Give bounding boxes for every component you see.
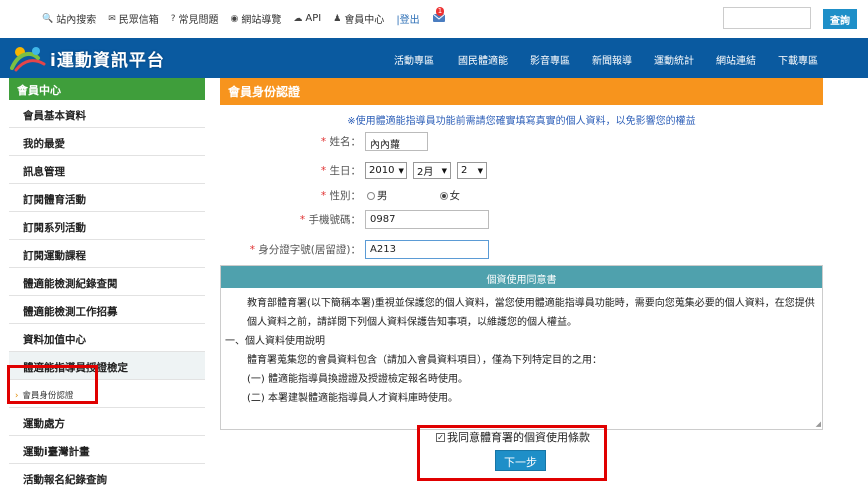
birthday-label: 生日： — [329, 165, 362, 177]
member-sidebar: 會員中心 會員基本資料 我的最愛 訊息管理 訂閱體育活動 訂閱系列活動 訂閱運動… — [9, 78, 205, 485]
privacy-item-2: (二) 本署建製體適能指導員人才資料庫時使用。 — [247, 393, 458, 404]
question-icon: ? — [170, 13, 176, 24]
next-step-button[interactable]: 下一步 — [495, 450, 546, 471]
name-row: * 姓名： 內內蘿 — [220, 132, 428, 151]
privacy-text: 教育部體育署(以下簡稱本署)重視並保護您的個人資料，當您使用體適能指導員功能時，… — [221, 288, 822, 414]
notification-count: 1 — [435, 7, 445, 16]
nav-activities[interactable]: 活動專區 — [394, 52, 434, 67]
privacy-agreement-box[interactable]: 個資使用同意書 教育部體育署(以下簡稱本署)重視並保護您的個人資料，當您使用體適… — [220, 265, 823, 430]
sidebar-item-messages[interactable]: 訊息管理 — [9, 156, 205, 184]
id-row: * 身分證字號(居留證)： A213 — [220, 240, 489, 259]
gender-row: * 性別： 男 女 — [320, 188, 460, 203]
sidebar-item-series-events[interactable]: 訂閱系列活動 — [9, 212, 205, 240]
member-center-link[interactable]: ♟ 會員中心 — [333, 11, 384, 27]
nav-media[interactable]: 影音專區 — [530, 52, 570, 67]
sidebar-item-fitness-jobs[interactable]: 體適能檢測工作招募 — [9, 296, 205, 324]
birth-month-select[interactable]: 2月 ▼ — [413, 162, 451, 179]
privacy-paragraph-1: 教育部體育署(以下簡稱本署)重視並保護您的個人資料，當您使用體適能指導員功能時，… — [247, 298, 815, 328]
nav-news[interactable]: 新聞報導 — [592, 52, 632, 67]
nav-fitness[interactable]: 國民體適能 — [458, 52, 508, 67]
form-notice: ※使用體適能指導員功能前需請您確實填寫真實的個人資料，以免影響您的權益 — [347, 116, 696, 127]
chevron-down-icon: ▼ — [477, 166, 483, 175]
id-label: 身分證字號(居留證)： — [258, 244, 361, 256]
sitemap-link[interactable]: ◉ 網站導覽 — [230, 11, 282, 27]
notification-icon[interactable]: 1 — [432, 7, 446, 23]
sidebar-item-i-taiwan[interactable]: 運動i臺灣計畫 — [9, 436, 205, 464]
cloud-icon: ☁ — [293, 13, 303, 24]
privacy-paragraph-2: 體育署蒐集您的會員資料包含（請加入會員資料項目），僅為下列特定目的之用： — [247, 355, 602, 366]
gender-male-radio[interactable]: 男 — [367, 188, 388, 203]
user-icon: ♟ — [333, 13, 342, 24]
sidebar-item-courses[interactable]: 訂閱運動課程 — [9, 240, 205, 268]
site-logo[interactable]: i運動資訊平台 — [8, 43, 165, 73]
privacy-title: 個資使用同意書 — [221, 266, 822, 288]
privacy-section-1: 一、個人資料使用說明 — [225, 336, 325, 347]
phone-field[interactable]: 0987 — [365, 210, 489, 229]
agree-checkbox-row[interactable]: ✓ 我同意體育署的個資使用條款 — [436, 429, 590, 445]
logo-icon — [8, 44, 46, 72]
main-navbar: i運動資訊平台 活動專區 國民體適能 影音專區 新聞報導 運動統計 網站連結 下… — [0, 38, 868, 78]
api-link[interactable]: ☁ API — [293, 11, 321, 26]
page-title: 會員身份認證 — [220, 78, 823, 105]
logo-text: i運動資訊平台 — [50, 50, 165, 71]
name-label: 姓名： — [329, 136, 362, 148]
search-icon: 🔍 — [42, 13, 54, 24]
nav-links[interactable]: 網站連結 — [716, 52, 756, 67]
globe-icon: ◉ — [230, 13, 239, 24]
sidebar-item-fitness-records[interactable]: 體適能檢測紀錄查閱 — [9, 268, 205, 296]
sidebar-item-sport-events[interactable]: 訂閱體育活動 — [9, 184, 205, 212]
nav-statistics[interactable]: 運動統計 — [654, 52, 694, 67]
sidebar-item-instructor-certification[interactable]: 體適能指導員授證檢定 — [9, 352, 205, 380]
identity-form-panel: 會員身份認證 ※使用體適能指導員功能前需請您確實填寫真實的個人資料，以免影響您的… — [220, 78, 823, 438]
sidebar-item-member-profile[interactable]: 會員基本資料 — [9, 100, 205, 128]
resize-handle-icon[interactable]: ◢ — [816, 420, 821, 428]
top-utility-bar: 🔍 站內搜索 ✉ 民眾信箱 ? 常見問題 ◉ 網站導覽 ☁ API ♟ 會員中心 |登出 1… — [0, 0, 868, 36]
site-search-link[interactable]: 🔍 站內搜索 — [42, 11, 96, 27]
chevron-down-icon: ▼ — [441, 166, 447, 175]
chevron-down-icon: ▼ — [398, 166, 404, 175]
sidebar-header: 會員中心 — [9, 78, 205, 100]
radio-checked-icon — [439, 191, 448, 200]
sidebar-item-favorites[interactable]: 我的最愛 — [9, 128, 205, 156]
gender-label: 性別： — [329, 190, 362, 202]
chevron-right-icon: › — [15, 391, 19, 401]
privacy-item-1: (一) 體適能指導員換證證及授證檢定報名時使用。 — [247, 374, 468, 385]
id-number-field[interactable]: A213 — [365, 240, 489, 259]
birthday-row: * 生日： 2010 ▼ 2月 ▼ 2 ▼ — [220, 162, 493, 179]
birth-day-select[interactable]: 2 ▼ — [457, 162, 487, 179]
name-field[interactable]: 內內蘿 — [365, 132, 428, 151]
radio-icon — [367, 191, 375, 200]
nav-downloads[interactable]: 下載專區 — [778, 52, 818, 67]
birth-year-select[interactable]: 2010 ▼ — [365, 162, 407, 179]
gender-female-radio[interactable]: 女 — [439, 188, 460, 203]
mailbox-link[interactable]: ✉ 民眾信箱 — [108, 11, 159, 27]
main-nav: 活動專區 國民體適能 影音專區 新聞報導 運動統計 網站連結 下載專區 — [394, 52, 818, 67]
phone-row: * 手機號碼： 0987 — [220, 210, 489, 229]
search-input[interactable] — [723, 7, 811, 29]
sidebar-item-registration-records[interactable]: 活動報名紀錄查詢 — [9, 464, 205, 485]
sidebar-item-data-center[interactable]: 資料加值中心 — [9, 324, 205, 352]
top-links: 🔍 站內搜索 ✉ 民眾信箱 ? 常見問題 ◉ 網站導覽 ☁ API ♟ 會員中心 |登出 1 — [42, 7, 446, 27]
agree-label: 我同意體育署的個資使用條款 — [447, 431, 590, 444]
search-button[interactable]: 查詢 — [823, 9, 857, 29]
faq-link[interactable]: ? 常見問題 — [170, 11, 219, 27]
sidebar-subitem-identity-verification[interactable]: › 會員身份認證 — [9, 380, 205, 408]
sidebar-item-exercise-prescription[interactable]: 運動處方 — [9, 408, 205, 436]
phone-label: 手機號碼： — [308, 214, 362, 226]
agree-checkbox[interactable]: ✓ — [436, 432, 445, 442]
mail-icon: ✉ — [108, 13, 116, 24]
logout-link[interactable]: |登出 — [396, 11, 419, 26]
